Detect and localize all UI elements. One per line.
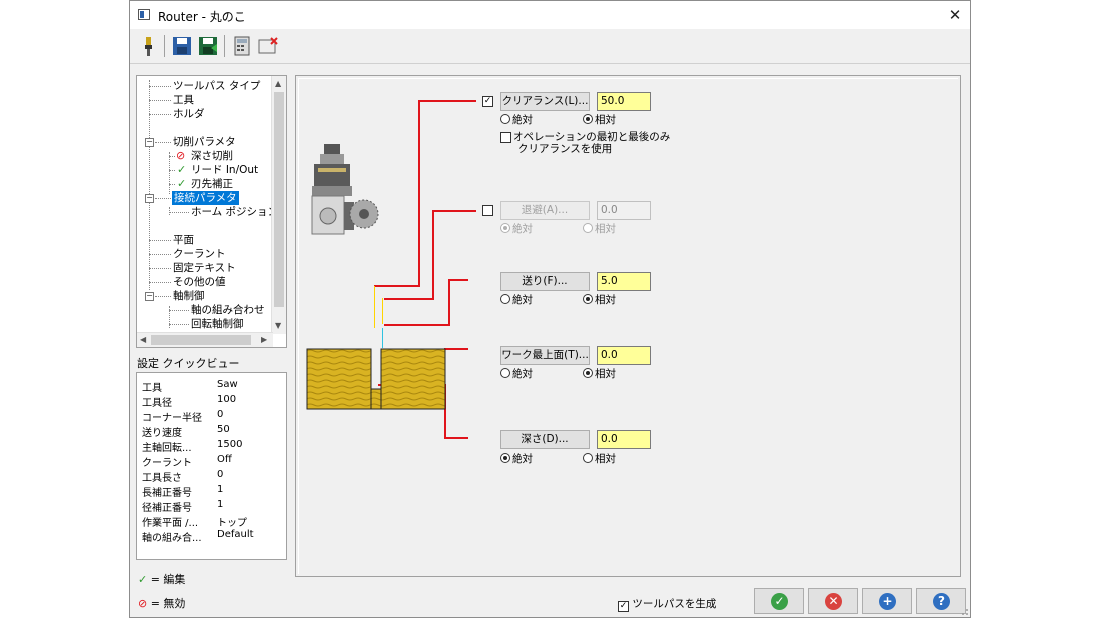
checkmark-icon: ✓ — [771, 593, 788, 610]
feed-plane-absolute-radio[interactable]: 絶対 — [500, 293, 533, 307]
check-icon: ✓ — [177, 163, 187, 176]
quickview-panel: 工具 Saw 工具径 100 コーナー半径 0 送り速度 50 主軸回転... 1500 … — [136, 372, 287, 560]
feed-plane-relative-radio[interactable]: 相対 — [583, 293, 616, 307]
clearance-start-end-only-label-2: クリアランスを使用 — [518, 143, 613, 155]
scroll-thumb[interactable] — [151, 335, 251, 345]
top-of-stock-relative-radio[interactable]: 相対 — [583, 367, 616, 381]
workpiece-icon — [306, 348, 446, 410]
legend-edited: ✓ = 編集 — [138, 573, 186, 586]
clearance-start-end-only-label: オペレーションの最初と最後のみ — [513, 131, 671, 143]
tree-horizontal-scrollbar[interactable]: ◀ ▶ — [137, 332, 273, 347]
check-icon: ✓ — [177, 177, 187, 190]
collapse-icon[interactable]: − — [145, 292, 154, 301]
tree-vertical-scrollbar[interactable]: ▲ ▼ — [271, 76, 286, 334]
check-icon: ✓ — [138, 573, 148, 586]
depth-button[interactable]: 深さ(D)... — [500, 430, 590, 449]
depth-relative-radio[interactable]: 相対 — [583, 452, 616, 466]
close-button[interactable]: ✕ — [940, 1, 970, 29]
quickview-label: 設定 クイックビュー — [137, 357, 240, 370]
clearance-start-end-only-checkbox[interactable] — [500, 132, 511, 143]
collapse-icon[interactable]: − — [145, 138, 154, 147]
disabled-icon: ⊘ — [138, 597, 148, 610]
top-of-stock-button[interactable]: ワーク最上面(T)... — [500, 346, 590, 365]
clearance-relative-radio[interactable]: 相対 — [583, 113, 616, 127]
legend-disabled: ⊘ = 無効 — [138, 597, 186, 610]
clearance-input[interactable]: 50.0 — [597, 92, 651, 111]
scroll-left-icon[interactable]: ◀ — [140, 335, 146, 344]
retract-checkbox[interactable] — [482, 205, 493, 216]
retract-input[interactable]: 0.0 — [597, 201, 651, 220]
retract-relative-radio[interactable]: 相対 — [583, 222, 616, 236]
top-of-stock-input[interactable]: 0.0 — [597, 346, 651, 365]
feed-plane-input[interactable]: 5.0 — [597, 272, 651, 291]
title-bar: Router - 丸のこ ✕ — [130, 1, 970, 29]
window-icon — [138, 9, 150, 20]
retract-absolute-radio[interactable]: 絶対 — [500, 222, 533, 236]
clearance-checkbox[interactable]: ✓ — [482, 96, 493, 107]
collapse-icon[interactable]: − — [145, 194, 154, 203]
depth-input[interactable]: 0.0 — [597, 430, 651, 449]
scroll-right-icon[interactable]: ▶ — [261, 335, 267, 344]
scroll-thumb[interactable] — [274, 92, 284, 307]
tool-icon[interactable] — [136, 34, 160, 58]
plus-icon: + — [879, 593, 896, 610]
linking-params-page: ✓ クリアランス(L)... 50.0 絶対 相対 オペレーションの最初と最後の… — [295, 75, 961, 577]
saw-head-icon — [311, 144, 379, 235]
retract-button[interactable]: 退避(A)... — [500, 201, 590, 220]
window-title: Router - 丸のこ — [158, 10, 246, 24]
save-icon[interactable] — [170, 34, 194, 58]
calculator-icon[interactable] — [230, 34, 254, 58]
generate-toolpath-option[interactable]: ✓ ツールパスを生成 — [618, 596, 716, 612]
clearance-button[interactable]: クリアランス(L)... — [500, 92, 590, 111]
help-icon: ? — [933, 593, 950, 610]
resize-grip-icon[interactable] — [959, 606, 969, 616]
generate-toolpath-checkbox[interactable]: ✓ — [618, 601, 629, 612]
depth-absolute-radio[interactable]: 絶対 — [500, 452, 533, 466]
ok-button[interactable]: ✓ — [754, 588, 804, 614]
clearance-absolute-radio[interactable]: 絶対 — [500, 113, 533, 127]
save-as-icon[interactable] — [196, 34, 220, 58]
top-of-stock-absolute-radio[interactable]: 絶対 — [500, 367, 533, 381]
delete-icon[interactable] — [256, 34, 280, 58]
parameter-tree: ツールパス タイプ 工具 ホルダ − 切削パラメタ ⊘ 深さ切削 ✓ リード I… — [136, 75, 287, 348]
add-button[interactable]: + — [862, 588, 912, 614]
toolbar — [130, 29, 970, 64]
disabled-icon: ⊘ — [176, 149, 186, 162]
scroll-up-icon[interactable]: ▲ — [275, 79, 281, 88]
cancel-button[interactable]: ✕ — [808, 588, 858, 614]
router-dialog: Router - 丸のこ ✕ ツールパス タイプ 工具 ホルダ − 切削パラメタ… — [129, 0, 971, 618]
feed-plane-button[interactable]: 送り(F)... — [500, 272, 590, 291]
cancel-icon: ✕ — [825, 593, 842, 610]
scroll-down-icon[interactable]: ▼ — [275, 321, 281, 330]
